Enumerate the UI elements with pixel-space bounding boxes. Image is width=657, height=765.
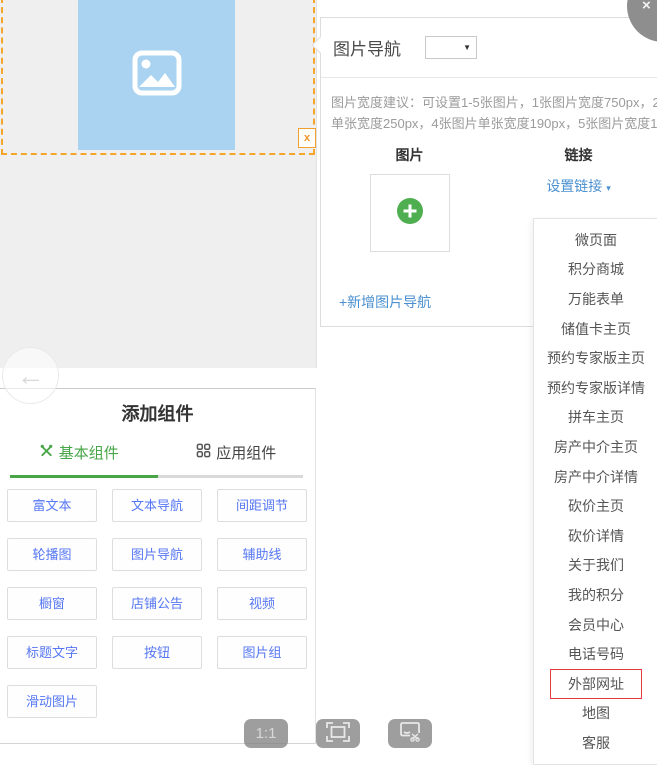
component-button-slide-image[interactable]: 滑动图片 xyxy=(7,685,97,718)
component-button-spacing[interactable]: 间距调节 xyxy=(217,489,307,522)
tools-icon xyxy=(39,443,54,462)
screenshot-cut-button[interactable] xyxy=(388,719,432,748)
components-panel: 添加组件 基本组件 应用组件 xyxy=(0,388,316,744)
app-grid-icon xyxy=(196,443,211,462)
tab-basic-label: 基本组件 xyxy=(59,442,119,463)
tab-underline-track xyxy=(10,475,303,478)
menu-item-realty-agent-home[interactable]: 房产中介主页 xyxy=(534,432,657,462)
component-button-button[interactable]: 按钮 xyxy=(112,636,202,669)
component-button-text-nav[interactable]: 文本导航 xyxy=(112,489,202,522)
close-icon: × xyxy=(642,0,651,14)
settings-header: 图片导航 ▼ xyxy=(321,18,657,78)
link-type-menu: 微页面 积分商城 万能表单 储值卡主页 预约专家版主页 预约专家版详情 拼车主页… xyxy=(533,218,657,765)
menu-item-bargain-detail[interactable]: 砍价详情 xyxy=(534,521,657,551)
image-cell xyxy=(321,174,498,252)
menu-item-about-us[interactable]: 关于我们 xyxy=(534,551,657,581)
remove-component-button[interactable]: x xyxy=(298,128,316,148)
component-button-image-nav[interactable]: 图片导航 xyxy=(112,538,202,571)
column-header-image: 图片 xyxy=(321,145,498,165)
menu-item-carpool-home[interactable]: 拼车主页 xyxy=(534,403,657,433)
width-hint-line1: 图片宽度建议：可设置1-5张图片，1张图片宽度750px，2张图 xyxy=(331,92,657,113)
tab-app-components[interactable]: 应用组件 xyxy=(158,442,316,463)
plus-circle-icon xyxy=(397,198,423,229)
component-button-carousel[interactable]: 轮播图 xyxy=(7,538,97,571)
set-link-button[interactable]: 设置链接 ▾ xyxy=(546,176,610,196)
menu-item-micro-page[interactable]: 微页面 xyxy=(534,225,657,255)
menu-item-external-url[interactable]: 外部网址 xyxy=(534,669,657,699)
zoom-1-1-button[interactable]: 1:1 xyxy=(244,719,288,748)
selected-component-outline xyxy=(1,0,315,155)
settings-title: 图片导航 xyxy=(333,35,401,60)
chevron-down-icon: ▼ xyxy=(463,43,471,52)
menu-item-my-points[interactable]: 我的积分 xyxy=(534,580,657,610)
fullscreen-button[interactable] xyxy=(316,719,360,748)
add-image-nav-button[interactable]: +新增图片导航 xyxy=(339,292,431,312)
fullscreen-icon xyxy=(326,722,350,746)
tab-underline-active xyxy=(10,475,158,478)
component-button-shop-notice[interactable]: 店铺公告 xyxy=(112,587,202,620)
width-hint-line2: 单张宽度250px，4张图片单张宽度190px，5张图片宽度150px xyxy=(331,113,657,134)
menu-item-member-center[interactable]: 会员中心 xyxy=(534,610,657,640)
menu-item-universal-form[interactable]: 万能表单 xyxy=(534,284,657,314)
component-button-video[interactable]: 视频 xyxy=(217,587,307,620)
tab-basic-components[interactable]: 基本组件 xyxy=(0,442,158,463)
menu-item-booking-expert-home[interactable]: 预约专家版主页 xyxy=(534,343,657,373)
menu-item-customer-service[interactable]: 客服 xyxy=(534,728,657,758)
menu-item-phone-number[interactable]: 电话号码 xyxy=(534,639,657,669)
tab-app-label: 应用组件 xyxy=(216,442,276,463)
set-link-caret-icon: ▾ xyxy=(606,183,611,193)
components-tabs: 基本组件 应用组件 xyxy=(0,442,315,478)
image-count-select[interactable]: ▼ xyxy=(425,36,477,59)
set-link-label: 设置链接 xyxy=(546,178,602,194)
component-button-rich-text[interactable]: 富文本 xyxy=(7,489,97,522)
menu-item-bargain-home[interactable]: 砍价主页 xyxy=(534,491,657,521)
component-button-title-text[interactable]: 标题文字 xyxy=(7,636,97,669)
column-header-link: 链接 xyxy=(498,145,657,165)
component-grid: 富文本 文本导航 间距调节 轮播图 图片导航 辅助线 橱窗 店铺公告 视频 标题… xyxy=(7,489,319,718)
back-arrow-button[interactable]: ← xyxy=(2,347,59,404)
menu-item-map[interactable]: 地图 xyxy=(534,699,657,729)
component-button-guide-line[interactable]: 辅助线 xyxy=(217,538,307,571)
screenshot-cut-icon xyxy=(398,721,422,746)
canvas-toolbar: 1:1 xyxy=(244,719,432,748)
table-header-row: 图片 链接 xyxy=(321,145,657,165)
menu-item-booking-expert-detail[interactable]: 预约专家版详情 xyxy=(534,373,657,403)
components-panel-title: 添加组件 xyxy=(0,400,315,426)
component-button-showcase[interactable]: 橱窗 xyxy=(7,587,97,620)
component-button-image-group[interactable]: 图片组 xyxy=(217,636,307,669)
menu-item-realty-agent-detail[interactable]: 房产中介详情 xyxy=(534,462,657,492)
menu-item-points-mall[interactable]: 积分商城 xyxy=(534,255,657,285)
upload-image-button[interactable] xyxy=(370,174,450,252)
menu-item-stored-card-home[interactable]: 储值卡主页 xyxy=(534,314,657,344)
